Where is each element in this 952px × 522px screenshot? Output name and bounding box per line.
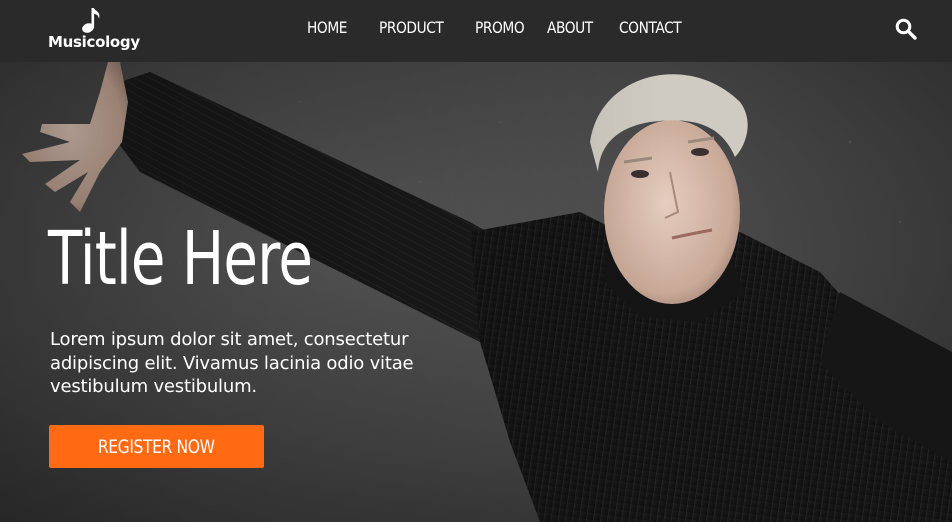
- hero-section: Title Here Lorem ipsum dolor sit amet, c…: [0, 62, 952, 522]
- search-icon[interactable]: [895, 18, 917, 40]
- nav-item-about[interactable]: ABOUT: [547, 18, 593, 37]
- navbar: Musicology HOME PRODUCT PROMO ABOUT CONT…: [0, 0, 952, 62]
- nav-item-product[interactable]: PRODUCT: [379, 18, 444, 37]
- register-now-label: REGISTER NOW: [98, 435, 215, 458]
- register-now-button[interactable]: REGISTER NOW: [49, 425, 264, 468]
- music-note-icon: [82, 8, 100, 33]
- nav-item-promo[interactable]: PROMO: [475, 18, 525, 37]
- nav-item-contact[interactable]: CONTACT: [619, 18, 682, 37]
- nav-item-home[interactable]: HOME: [307, 18, 347, 37]
- brand-name: Musicology: [48, 33, 140, 51]
- hero-title: Title Here: [48, 216, 313, 302]
- hero-description: Lorem ipsum dolor sit amet, consectetur …: [50, 329, 414, 397]
- brand-logo[interactable]: Musicology: [48, 6, 140, 56]
- landing-page: Musicology HOME PRODUCT PROMO ABOUT CONT…: [0, 0, 952, 522]
